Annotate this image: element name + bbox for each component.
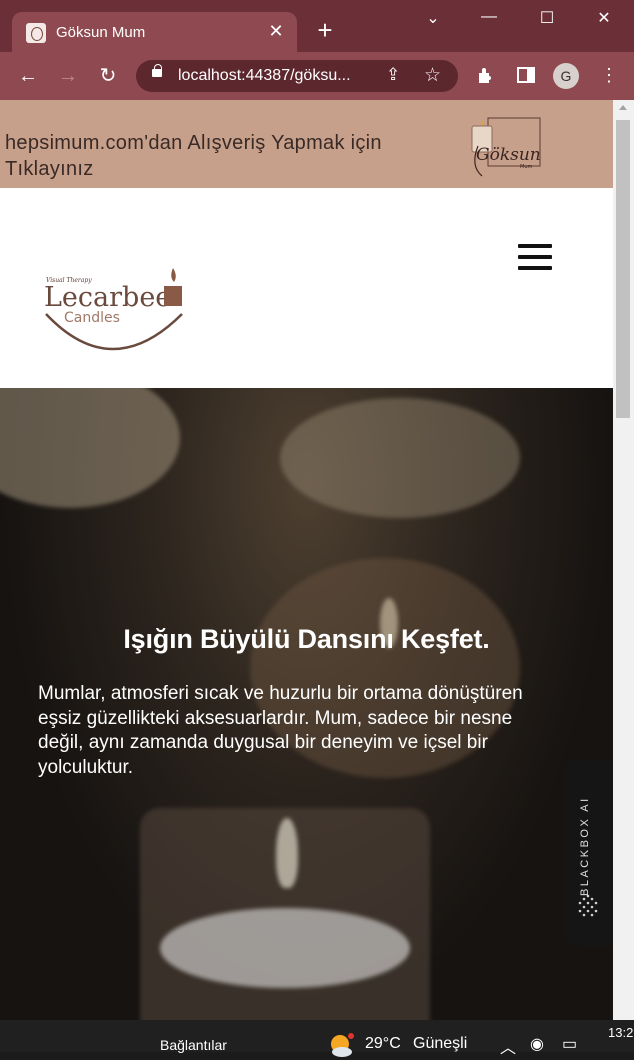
site-header: Visual Therapy Lecarbee Candles <box>0 188 613 388</box>
close-window-button[interactable]: ✕ <box>584 8 624 28</box>
share-icon[interactable]: ⇪ <box>386 65 400 85</box>
browser-toolbar: ← → ↻ localhost:44387/göksu... ⇪ ☆ ⋮ <box>0 52 634 100</box>
hero-section: Işığın Büyülü Dansını Keşfet. Mumlar, at… <box>0 388 613 1020</box>
site-favicon-icon <box>26 23 46 43</box>
logo-sub: Candles <box>64 310 120 326</box>
tab-goksun-mum[interactable]: Göksun Mum ✕ <box>12 12 297 52</box>
promo-link-text[interactable]: hepsimum.com'dan Alışveriş Yapmak için T… <box>5 130 465 182</box>
page-scrollbar[interactable] <box>613 100 634 1020</box>
tray-record-icon[interactable]: ◉ <box>530 1034 544 1054</box>
tray-chevron-up-icon[interactable]: ︿ <box>500 1034 516 1058</box>
back-button[interactable]: ← <box>16 64 40 88</box>
extensions-icon[interactable] <box>476 65 496 90</box>
tab-strip: Göksun Mum ✕ + ⌄ — ☐ ✕ <box>0 0 634 52</box>
tab-title: Göksun Mum <box>56 24 146 41</box>
goksun-logo-sub: Mum <box>520 164 532 170</box>
tab-search-icon[interactable]: ⌄ <box>413 8 453 28</box>
new-tab-button[interactable]: + <box>312 17 338 43</box>
hero-title: Işığın Büyülü Dansını Keşfet. <box>123 624 490 654</box>
lecarbee-logo[interactable]: Visual Therapy Lecarbee Candles <box>42 264 188 354</box>
bookmark-star-icon[interactable]: ☆ <box>424 64 441 87</box>
side-panel-icon[interactable] <box>516 65 536 90</box>
page-viewport: hepsimum.com'dan Alışveriş Yapmak için T… <box>0 100 613 1020</box>
menu-kebab-icon[interactable]: ⋮ <box>600 65 618 86</box>
url-text[interactable]: localhost:44387/göksu... <box>178 67 351 85</box>
taskbar-links[interactable]: Bağlantılar <box>160 1037 227 1053</box>
reload-button[interactable]: ↻ <box>96 64 120 88</box>
lock-icon[interactable] <box>152 64 162 77</box>
tab-close-icon[interactable]: ✕ <box>265 20 287 42</box>
hero-paragraph: Mumlar, atmosferi sıcak ve huzurlu bir o… <box>38 683 523 778</box>
weather-temperature[interactable]: 29°C <box>365 1035 401 1053</box>
maximize-button[interactable]: ☐ <box>527 8 567 28</box>
tray-camera-icon[interactable]: ▭ <box>562 1034 577 1054</box>
blackbox-ai-label[interactable]: BLACKBOX AI <box>579 786 597 896</box>
menu-hamburger-icon[interactable] <box>518 244 552 270</box>
promo-banner[interactable]: hepsimum.com'dan Alışveriş Yapmak için T… <box>0 100 613 188</box>
address-bar[interactable]: localhost:44387/göksu... ⇪ ☆ <box>136 60 458 92</box>
scrollbar-thumb[interactable] <box>616 120 630 418</box>
blackbox-ai-widget[interactable]: BLACKBOX AI <box>563 760 613 946</box>
minimize-button[interactable]: — <box>469 8 509 26</box>
scroll-up-arrow-icon[interactable] <box>619 105 627 110</box>
taskbar-clock[interactable]: 13:2 <box>608 1025 633 1040</box>
logo-name: Lecarbee <box>44 282 171 313</box>
blackbox-dots-icon[interactable] <box>576 894 600 918</box>
goksun-logo[interactable]: Göksun Mum <box>466 116 542 180</box>
sunny-weather-icon[interactable] <box>326 1030 356 1060</box>
weather-condition[interactable]: Güneşli <box>413 1035 467 1053</box>
browser-window: Göksun Mum ✕ + ⌄ — ☐ ✕ ← → ↻ localhost:4… <box>0 0 634 1020</box>
windows-taskbar: Bağlantılar 29°C Güneşli ︿ ◉ ▭ 13:2 <box>0 1020 634 1057</box>
profile-avatar[interactable]: G <box>553 63 579 89</box>
goksun-logo-text: Göksun <box>476 145 541 165</box>
forward-button[interactable]: → <box>56 64 80 88</box>
